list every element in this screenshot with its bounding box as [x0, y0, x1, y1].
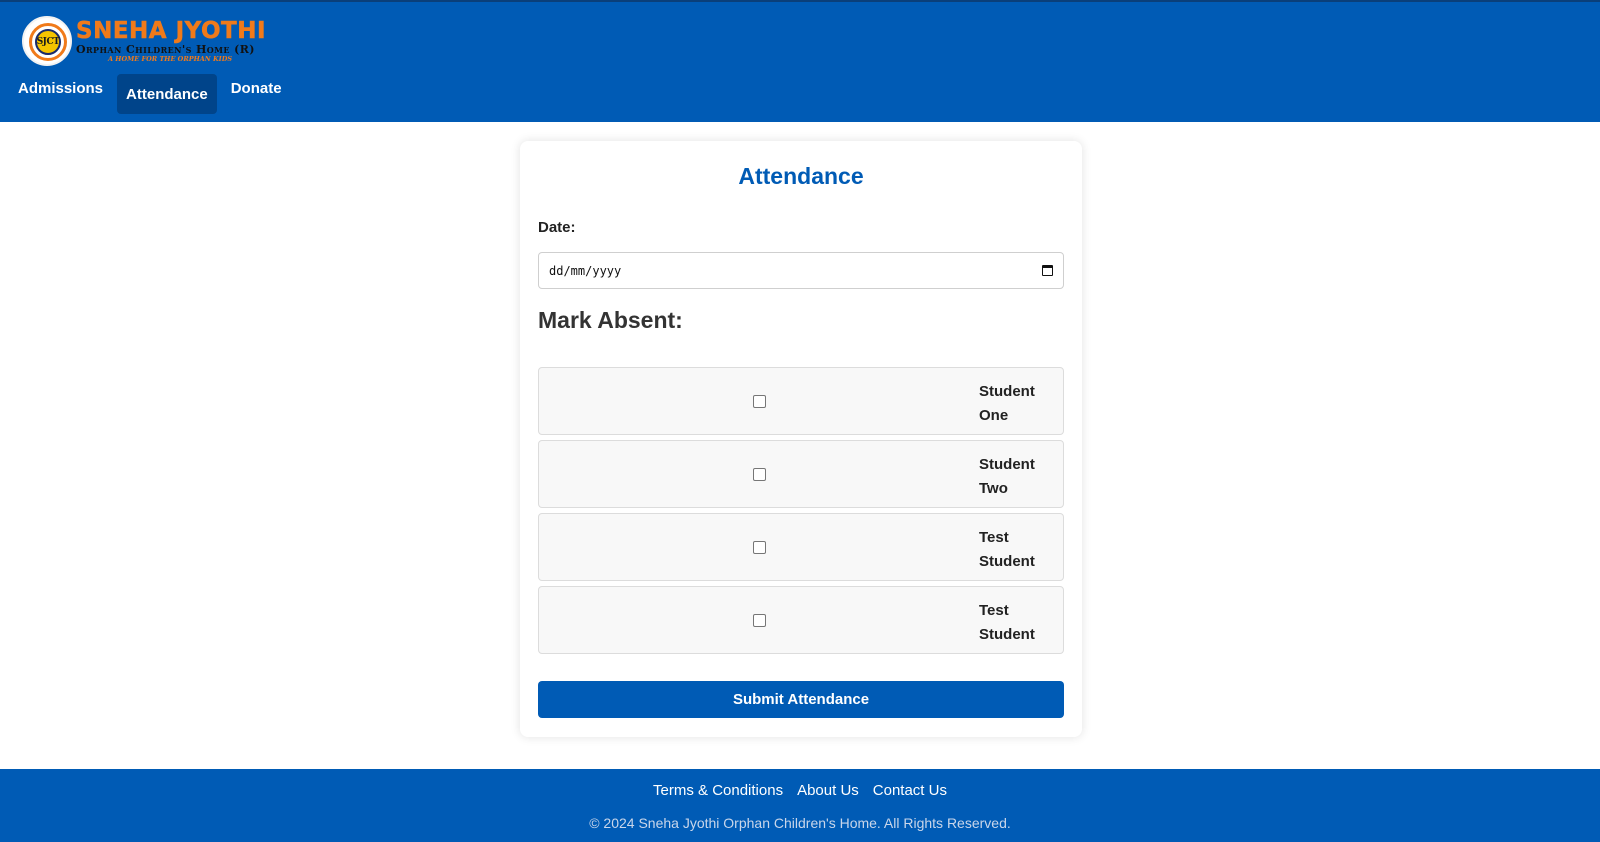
page-title: Attendance [738, 163, 864, 189]
attendance-card: Attendance Date: dd/mm/yyyy Mark Absent:… [520, 141, 1082, 737]
student-name: Test Student [979, 529, 1035, 570]
copyright-text: © 2024 Sneha Jyothi Orphan Children's Ho… [589, 815, 1011, 831]
student-name: Test Student [979, 602, 1035, 643]
brand-title: SNEHA JYOTHI [76, 17, 267, 44]
main-nav: Admissions Attendance Donate [8, 74, 296, 114]
student-row: Test Student [538, 513, 1064, 581]
nav-donate[interactable]: Donate [221, 74, 292, 103]
date-input[interactable]: dd/mm/yyyy [538, 252, 1064, 289]
date-label: Date: [538, 219, 576, 236]
nav-attendance[interactable]: Attendance [117, 74, 217, 114]
student-name: Student One [979, 383, 1035, 424]
footer-link-contact[interactable]: Contact Us [873, 782, 947, 799]
absent-checkbox[interactable] [753, 541, 766, 554]
footer-links: Terms & Conditions About Us Contact Us [0, 782, 1600, 799]
calendar-icon[interactable] [1042, 265, 1053, 276]
student-row: Test Student [538, 586, 1064, 654]
student-row: Student One [538, 367, 1064, 435]
absent-checkbox[interactable] [753, 468, 766, 481]
site-logo[interactable]: SJCT SNEHA JYOTHI Orphan Children's Home… [22, 14, 272, 68]
nav-admissions[interactable]: Admissions [8, 74, 113, 103]
brand-tagline: A home for the orphan kids [108, 54, 233, 63]
brand-subtitle: Orphan Children's Home (R) [76, 42, 255, 56]
logo-emblem-text: SJCT [35, 29, 61, 55]
logo-text: SNEHA JYOTHI Orphan Children's Home (R) … [76, 17, 267, 63]
submit-attendance-button[interactable]: Submit Attendance [538, 681, 1064, 718]
footer-link-about[interactable]: About Us [797, 782, 859, 799]
student-list: Student One Student Two Test Student Tes… [538, 367, 1064, 659]
student-row: Student Two [538, 440, 1064, 508]
student-name: Student Two [979, 456, 1035, 497]
absent-checkbox[interactable] [753, 614, 766, 627]
absent-checkbox[interactable] [753, 395, 766, 408]
site-header: SJCT SNEHA JYOTHI Orphan Children's Home… [0, 0, 1600, 122]
date-placeholder: dd/mm/yyyy [549, 263, 622, 278]
logo-emblem-icon: SJCT [22, 16, 72, 66]
footer-link-terms[interactable]: Terms & Conditions [653, 782, 783, 799]
site-footer: Terms & Conditions About Us Contact Us ©… [0, 769, 1600, 842]
mark-absent-heading: Mark Absent: [538, 307, 683, 333]
